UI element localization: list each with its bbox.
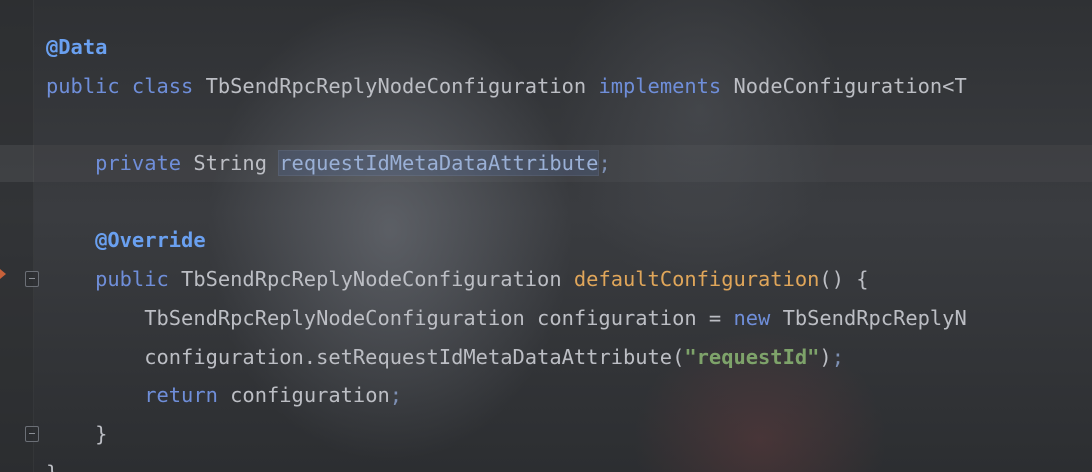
code-token: TbSendRpcReplyN <box>782 305 967 330</box>
code-token: requestIdMetaDataAttribute <box>278 150 600 177</box>
code-token: implements <box>598 73 734 98</box>
code-token: TbSendRpcReplyNodeConfiguration <box>205 73 599 98</box>
code-line[interactable]: private String requestIdMetaDataAttribut… <box>46 144 967 183</box>
code-token: ) <box>819 344 832 369</box>
code-token: "requestId" <box>684 344 820 369</box>
code-token: () { <box>819 267 869 292</box>
code-text[interactable]: @Data public class TbSendRpcReplyNodeConf… <box>46 28 967 472</box>
code-line[interactable] <box>46 183 967 222</box>
code-token: new <box>733 305 783 330</box>
fold-open-icon[interactable] <box>25 271 39 287</box>
code-token: defaultConfiguration <box>573 267 820 292</box>
code-token: @Data <box>46 35 108 59</box>
code-line[interactable]: @Override <box>46 221 967 260</box>
code-line[interactable]: return configuration; <box>46 376 967 415</box>
code-token: configuration.setRequestIdMetaDataAttrib… <box>46 344 685 369</box>
breakpoint-marker-icon[interactable] <box>0 269 6 279</box>
code-line[interactable]: TbSendRpcReplyNodeConfiguration configur… <box>46 299 967 338</box>
code-token: ; <box>831 344 844 369</box>
code-token: ; <box>598 151 611 176</box>
code-line[interactable]: public class TbSendRpcReplyNodeConfigura… <box>46 67 967 106</box>
code-line[interactable]: } <box>46 415 967 454</box>
code-token: public <box>46 267 182 292</box>
code-line[interactable]: @Data <box>46 28 967 67</box>
code-token: @Override <box>46 228 206 253</box>
code-token: return <box>46 383 231 408</box>
code-token: String <box>193 151 280 176</box>
gutter-current-line <box>0 145 34 182</box>
code-line[interactable] <box>46 105 967 144</box>
editor-gutter[interactable] <box>0 0 34 472</box>
code-token: } <box>46 461 58 472</box>
code-line[interactable]: public TbSendRpcReplyNodeConfiguration d… <box>46 260 967 299</box>
code-token: public class <box>46 73 206 98</box>
code-line[interactable]: } <box>46 454 967 472</box>
code-token: TbSendRpcReplyNodeConfiguration configur… <box>46 305 734 330</box>
code-token: NodeConfiguration<T <box>733 73 967 98</box>
fold-close-icon[interactable] <box>25 426 39 442</box>
code-token: } <box>46 421 108 446</box>
code-token: ; <box>389 383 403 408</box>
code-token: configuration <box>230 383 390 408</box>
code-editor[interactable]: @Data public class TbSendRpcReplyNodeConf… <box>0 0 1092 472</box>
code-token: private <box>46 151 194 176</box>
code-token: TbSendRpcReplyNodeConfiguration <box>181 267 574 292</box>
code-line[interactable]: configuration.setRequestIdMetaDataAttrib… <box>46 338 967 377</box>
